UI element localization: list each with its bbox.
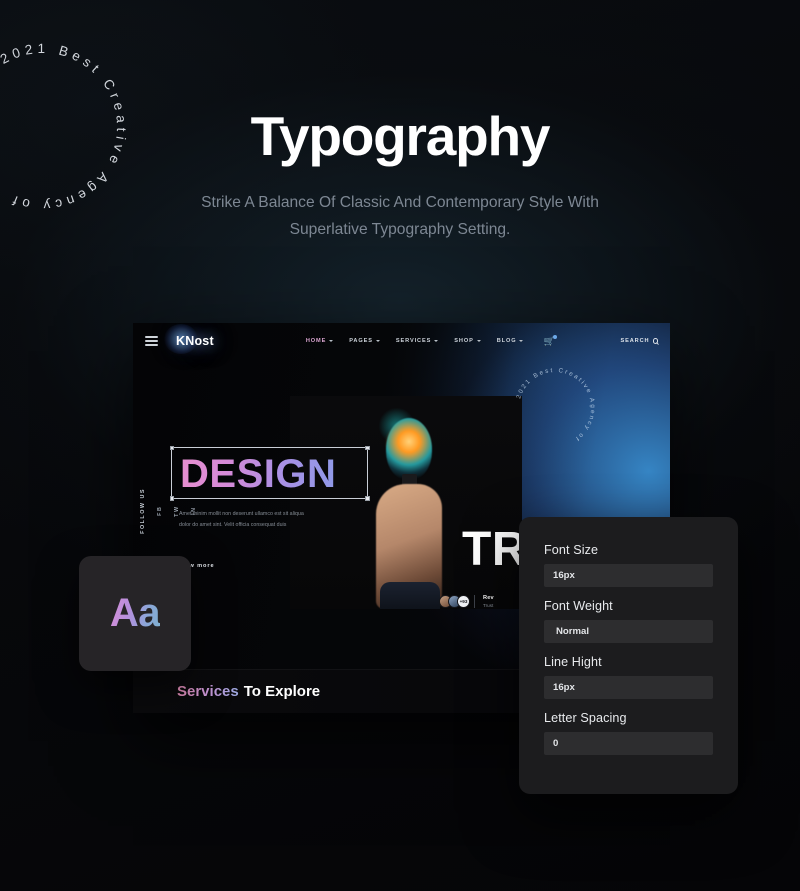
page-title: Typography — [250, 105, 551, 167]
hero-header: Typography Strike A Balance Of Classic A… — [0, 105, 800, 244]
page-root: 2021 Best Creative Agency of Typography … — [0, 0, 800, 891]
search-icon — [652, 338, 658, 344]
typography-preview-label: Aa — [109, 591, 161, 635]
avatar-overflow-count: +93 — [457, 595, 470, 608]
menu-item-shop-label: SHOP — [454, 338, 474, 344]
hamburger-icon[interactable] — [145, 336, 158, 346]
page-subtitle: Strike A Balance Of Classic And Contempo… — [0, 190, 800, 244]
chevron-down-icon — [375, 340, 380, 342]
menu-item-blog-label: BLOG — [496, 338, 517, 344]
social-link-in[interactable]: IN — [191, 507, 197, 515]
text-selection-box[interactable]: DESIGN — [169, 445, 370, 501]
menu-item-pages-label: PAGES — [349, 338, 373, 344]
letter-spacing-input[interactable]: 0 — [544, 732, 713, 755]
chevron-down-icon — [434, 340, 439, 342]
menu-item-pages[interactable]: PAGES — [349, 338, 380, 344]
field-line-height: Line Hight 16px — [544, 655, 713, 699]
page-subtitle-line-2: Superlative Typography Setting. — [289, 220, 511, 238]
field-font-size: Font Size 16px — [544, 543, 713, 587]
reviews-block: +93 Rev Trust — [439, 595, 494, 608]
search-label: SEARCH — [620, 338, 650, 344]
divider — [474, 595, 475, 608]
resize-handle-bottom-right[interactable] — [365, 496, 370, 501]
lightbulb-icon — [386, 418, 432, 480]
chevron-down-icon — [476, 340, 481, 342]
font-weight-input[interactable]: Normal — [544, 620, 713, 643]
mockup-body-text: Amet minim mollit non deserunt ullamco e… — [179, 511, 304, 528]
reviews-subtitle: Trust — [483, 602, 494, 608]
social-link-fb[interactable]: FB — [157, 506, 163, 516]
menu-item-blog[interactable]: BLOG — [497, 338, 524, 344]
site-logo[interactable]: KNost — [164, 324, 214, 354]
sleeve-graphic — [380, 582, 440, 609]
services-plain-text: To Explore — [243, 683, 321, 700]
mockup-headline: DESIGN — [180, 452, 337, 496]
services-accent-text: Services — [177, 683, 239, 700]
font-size-input[interactable]: 16px — [544, 564, 713, 587]
typography-settings-panel: Font Size 16px Font Weight Normal Line H… — [519, 517, 738, 794]
follow-us-rail: FOLLOW US FB TW IN — [140, 488, 197, 534]
line-height-input[interactable]: 16px — [544, 676, 713, 699]
font-weight-label: Font Weight — [544, 599, 613, 613]
social-link-tw[interactable]: TW — [174, 505, 180, 516]
resize-handle-top-right[interactable] — [365, 445, 370, 450]
menu-item-home[interactable]: HOME — [305, 338, 334, 344]
typography-preview-card[interactable]: Aa — [79, 556, 191, 671]
field-font-weight: Font Weight Normal — [544, 599, 713, 643]
page-subtitle-line-1: Strike A Balance Of Classic And Contempo… — [201, 193, 599, 211]
follow-us-label: FOLLOW US — [140, 488, 146, 534]
menu-item-services-label: SERVICES — [395, 338, 432, 344]
font-size-label: Font Size — [544, 543, 599, 557]
shopping-cart-icon[interactable]: 🛒 — [543, 334, 557, 346]
reviews-title: Rev — [483, 595, 494, 602]
chevron-down-icon — [519, 340, 524, 342]
menu-item-services[interactable]: SERVICES — [395, 338, 439, 344]
menu-item-shop[interactable]: SHOP — [454, 338, 481, 344]
lightbulb-photo — [290, 396, 522, 609]
avatar-group: +93 — [439, 595, 470, 608]
cart-badge-dot — [552, 334, 557, 339]
chevron-down-icon — [329, 340, 334, 342]
line-height-label: Line Hight — [544, 655, 602, 669]
main-menu: HOME PAGES SERVICES SHOP BLOG 🛒 — [305, 334, 557, 346]
mockup-navbar: KNost HOME PAGES SERVICES SHOP BLOG 🛒 SE… — [133, 323, 670, 359]
field-letter-spacing: Letter Spacing 0 — [544, 711, 713, 755]
reviews-text: Rev Trust — [483, 595, 494, 608]
menu-item-home-label: HOME — [305, 338, 327, 344]
resize-handle-top-left[interactable] — [169, 445, 174, 450]
search-button[interactable]: SEARCH — [620, 338, 658, 344]
letter-spacing-label: Letter Spacing — [544, 711, 627, 725]
